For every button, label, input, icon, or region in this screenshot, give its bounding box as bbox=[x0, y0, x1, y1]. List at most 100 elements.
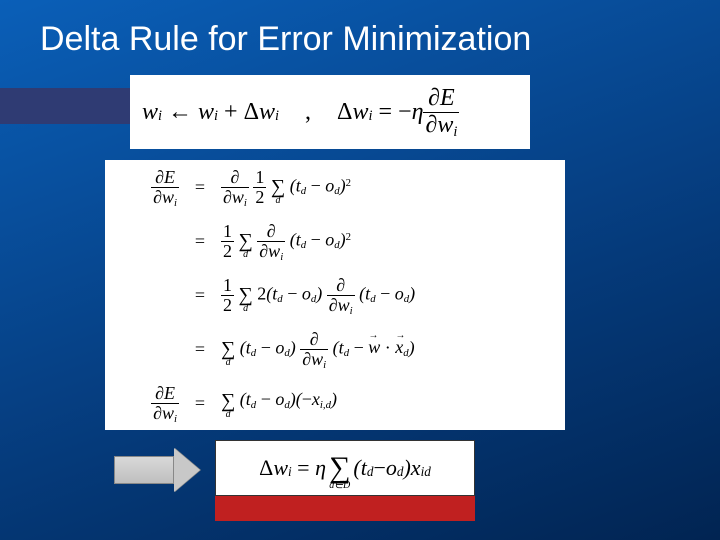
var-w-4: w bbox=[352, 99, 368, 126]
eta: η bbox=[412, 99, 424, 126]
r-od: d bbox=[397, 464, 404, 480]
td1: d bbox=[301, 185, 306, 197]
n1: 1 bbox=[253, 168, 266, 187]
td5: d bbox=[251, 399, 256, 411]
result-underline-bar bbox=[215, 495, 475, 521]
update-rule-equation: wi ← wi + Δwi , Δwi = −η ∂E ∂wi bbox=[130, 75, 530, 149]
w2: w bbox=[268, 241, 280, 261]
sig1: ∑ bbox=[271, 178, 285, 196]
xid5: i,d bbox=[320, 399, 331, 411]
lhs-dEdwi: ∂E ∂wi bbox=[151, 168, 179, 207]
r-i: i bbox=[288, 464, 292, 480]
i4: i bbox=[323, 359, 326, 371]
t4b: t bbox=[339, 337, 344, 357]
var-w-3: w bbox=[259, 99, 275, 126]
dot4: · bbox=[385, 337, 391, 357]
r-delta: Δ bbox=[259, 455, 273, 481]
p1: ∂ bbox=[231, 167, 240, 187]
sig4: ∑ bbox=[221, 340, 235, 358]
w3: w bbox=[338, 295, 350, 315]
slide-title: Delta Rule for Error Minimization bbox=[40, 20, 531, 59]
m2: − bbox=[311, 229, 321, 249]
sig3: ∑ bbox=[239, 286, 253, 304]
p6: ∂ bbox=[329, 295, 338, 315]
partial-top: ∂ bbox=[428, 85, 440, 111]
update-rule-box: wi ← wi + Δwi , Δwi = −η ∂E ∂wi bbox=[130, 75, 530, 149]
sub-i-3: i bbox=[275, 108, 279, 125]
result-box: Δwi = η ∑ d∈D (td − od)xid bbox=[215, 440, 475, 496]
r-sig: ∑ bbox=[329, 455, 350, 481]
half-2: 1 2 bbox=[221, 222, 234, 261]
sq2: 2 bbox=[346, 231, 351, 243]
lhs-dEdwi-2: ∂E ∂wi bbox=[151, 384, 179, 423]
od3: d bbox=[311, 293, 316, 305]
t1: t bbox=[296, 175, 301, 195]
delta-sign-2: Δ bbox=[337, 99, 352, 126]
result-arrow-icon bbox=[114, 448, 200, 492]
title-underline-bar bbox=[0, 88, 130, 124]
d-w: w bbox=[162, 187, 174, 207]
d2: 2 bbox=[221, 242, 234, 261]
eq-3: = bbox=[183, 268, 217, 322]
derivation-table: ∂E ∂wi = ∂ ∂wi 1 2 ∑ d bbox=[105, 160, 565, 430]
r-x: x bbox=[411, 455, 421, 481]
o1: o bbox=[325, 175, 334, 195]
o3: o bbox=[302, 283, 311, 303]
r-xid: id bbox=[421, 464, 431, 480]
sigma-2: ∑ d bbox=[239, 232, 253, 259]
arrow-head bbox=[174, 448, 200, 492]
p2: ∂ bbox=[223, 187, 232, 207]
n3: 1 bbox=[221, 276, 234, 295]
p7: ∂ bbox=[310, 329, 319, 349]
od3b: d bbox=[404, 293, 409, 305]
o2: o bbox=[325, 229, 334, 249]
sub-i-5: i bbox=[453, 124, 457, 140]
sigma-4: ∑ d bbox=[221, 340, 235, 367]
sig5: ∑ bbox=[221, 392, 235, 410]
p5: ∂ bbox=[336, 275, 345, 295]
od2: d bbox=[334, 239, 339, 251]
r-eta: η bbox=[315, 455, 326, 481]
od1: d bbox=[334, 185, 339, 197]
d3: 2 bbox=[221, 296, 234, 315]
equals-sign: = bbox=[378, 99, 392, 126]
p9: ∂ bbox=[155, 383, 164, 403]
m3b: − bbox=[380, 283, 390, 303]
eq-1: = bbox=[183, 160, 217, 214]
r-idx: d∈D bbox=[329, 481, 350, 491]
derivation-row-5: ∂E ∂wi = ∑ d (td − od)(−xi,d) bbox=[105, 376, 565, 430]
r-o: o bbox=[386, 455, 397, 481]
partial-bot: ∂ bbox=[425, 112, 437, 138]
i5: i bbox=[174, 413, 177, 425]
d-partial: ∂ bbox=[155, 167, 164, 187]
w5: w bbox=[162, 403, 174, 423]
sidx2: d bbox=[243, 250, 248, 259]
r-sigma: ∑ d∈D bbox=[329, 445, 350, 491]
o3b: o bbox=[395, 283, 404, 303]
separator-comma: , bbox=[305, 99, 311, 126]
td4: d bbox=[251, 347, 256, 359]
derivation-row-3: = 1 2 ∑ d 2(td − od) ∂ ∂wi bbox=[105, 268, 565, 322]
r-td: d bbox=[367, 464, 374, 480]
d-ddwi-1: ∂ ∂wi bbox=[221, 168, 249, 207]
m3: − bbox=[287, 283, 297, 303]
n2: 1 bbox=[221, 222, 234, 241]
sub-i-2: i bbox=[214, 108, 218, 125]
derivation-box: ∂E ∂wi = ∂ ∂wi 1 2 ∑ d bbox=[105, 160, 565, 430]
sigma-5: ∑ d bbox=[221, 392, 235, 419]
var-E: E bbox=[440, 85, 455, 111]
eq-4: = bbox=[183, 322, 217, 376]
sidx4: d bbox=[226, 358, 231, 367]
derivation-row-1: ∂E ∂wi = ∂ ∂wi 1 2 ∑ d bbox=[105, 160, 565, 214]
m5: − bbox=[261, 389, 271, 409]
vec-w: w bbox=[368, 337, 380, 357]
i1: i bbox=[244, 197, 247, 209]
sigma-3: ∑ d bbox=[239, 286, 253, 313]
var-w-2: w bbox=[198, 99, 214, 126]
o4: o bbox=[275, 337, 284, 357]
p4: ∂ bbox=[259, 241, 268, 261]
xd4: d bbox=[403, 347, 408, 359]
td3b: d bbox=[370, 293, 375, 305]
m4b: − bbox=[354, 337, 364, 357]
delta-sign: Δ bbox=[244, 99, 259, 126]
